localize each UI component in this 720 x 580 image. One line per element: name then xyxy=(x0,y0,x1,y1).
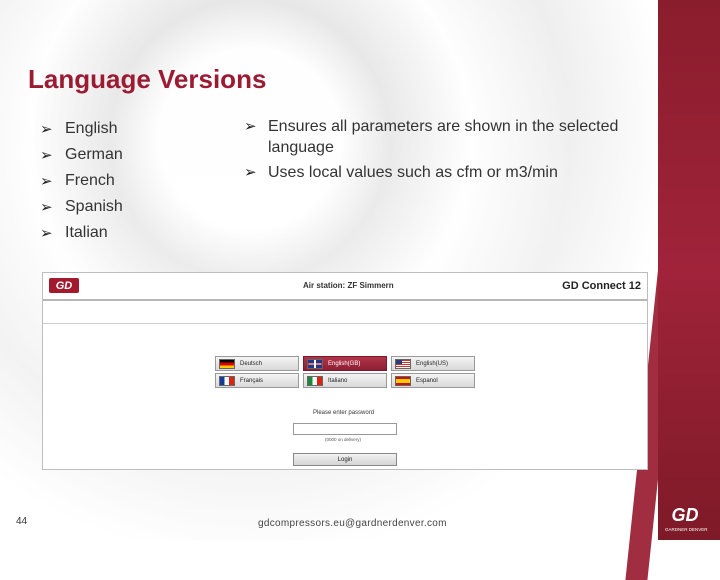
arrow-bullet-icon: ➢ xyxy=(40,199,53,216)
language-button-italiano[interactable]: Italiano xyxy=(303,373,387,388)
password-prompt: Please enter password xyxy=(313,410,375,416)
list-item: ➢ German xyxy=(40,146,123,164)
page-number: 44 xyxy=(16,516,28,527)
footer-email: gdcompressors.eu@gardnerdenver.com xyxy=(258,518,447,529)
company-name: GARDNER DENVER xyxy=(665,527,708,532)
login-button[interactable]: Login xyxy=(293,453,397,466)
feature-bullets: ➢ Ensures all parameters are shown in the… xyxy=(244,116,624,187)
arrow-bullet-icon: ➢ xyxy=(244,118,257,135)
language-button-espanol[interactable]: Espanol xyxy=(391,373,475,388)
screenshot-header: GD Air station: ZF Simmern GD Connect 12 xyxy=(43,273,647,301)
list-item: ➢ Uses local values such as cfm or m3/min xyxy=(244,164,558,181)
station-title: Air station: ZF Simmern xyxy=(303,281,394,290)
language-button-english-gb[interactable]: English(GB) xyxy=(303,356,387,371)
arrow-bullet-icon: ➢ xyxy=(40,225,53,242)
language-button-deutsch[interactable]: Deutsch xyxy=(215,356,299,371)
arrow-bullet-icon: ➢ xyxy=(40,121,53,138)
language-list: ➢ English ➢ German ➢ French ➢ Spanish ➢ Itali… xyxy=(40,116,123,246)
slide-title: Language Versions xyxy=(28,64,267,94)
us-flag-icon xyxy=(395,358,411,369)
password-hint: (0000 on delivery) xyxy=(325,437,362,442)
uk-flag-icon xyxy=(307,358,323,369)
list-item: ➢ Spanish xyxy=(40,198,123,216)
embedded-screenshot: GD Air station: ZF Simmern GD Connect 12… xyxy=(42,272,648,470)
gd-logo: GD xyxy=(671,504,699,525)
language-button-english-us[interactable]: English(US) xyxy=(391,356,475,371)
spanish-flag-icon xyxy=(395,375,411,386)
german-flag-icon xyxy=(219,358,235,369)
arrow-bullet-icon: ➢ xyxy=(40,173,53,190)
list-item: ➢ Ensures all parameters are shown in the… xyxy=(244,118,619,156)
french-flag-icon xyxy=(219,375,235,386)
password-field[interactable] xyxy=(293,423,397,435)
arrow-bullet-icon: ➢ xyxy=(40,147,53,164)
product-title: GD Connect 12 xyxy=(562,280,641,292)
brand-band xyxy=(658,0,720,540)
arrow-bullet-icon: ➢ xyxy=(244,164,257,181)
divider xyxy=(43,323,647,324)
language-button-francais[interactable]: Français xyxy=(215,373,299,388)
italian-flag-icon xyxy=(307,375,323,386)
list-item: ➢ Italian xyxy=(40,224,108,242)
list-item: ➢ English xyxy=(40,120,118,138)
gd-logo: GD xyxy=(49,278,79,293)
list-item: ➢ French xyxy=(40,172,115,190)
